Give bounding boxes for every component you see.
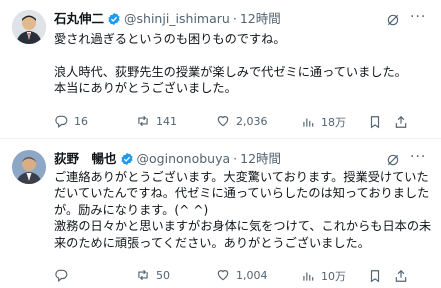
avatar-ishimaru[interactable] [12, 10, 46, 44]
more-icon[interactable]: ··· [410, 9, 426, 25]
retweet-icon [138, 115, 148, 127]
like-icon [217, 270, 229, 281]
retweet-count: 50 [156, 268, 170, 282]
reply-count: 16 [74, 114, 88, 128]
verified-badge-icon [108, 12, 120, 26]
like-icon [217, 116, 229, 127]
separator-dot: · [232, 11, 237, 26]
separator-dot: · [233, 151, 238, 166]
share-button[interactable] [394, 268, 408, 287]
tweet-text: ご連絡ありがとうございます。大変驚いております。授業受けていただいていたんですね… [54, 170, 432, 250]
action-bar: 16 141 2,036 18万 [54, 114, 434, 130]
like-button[interactable]: 2,036 [216, 114, 268, 128]
views-icon [303, 118, 314, 127]
more-icon[interactable]: ··· [410, 149, 426, 165]
grok-icon[interactable] [386, 13, 400, 27]
grok-icon[interactable] [386, 153, 400, 167]
tweet-text: 愛され過ぎるというのも困りものですね。 浪人時代、荻野先生の授業が楽しみで代ゼミ… [54, 32, 407, 96]
reply-icon [55, 269, 68, 282]
display-name[interactable]: 石丸伸二 [54, 11, 104, 27]
verified-badge-icon [120, 152, 133, 166]
bookmark-icon [370, 270, 380, 283]
timestamp[interactable]: 12時間 [240, 151, 281, 167]
retweet-count: 141 [156, 114, 177, 128]
timestamp[interactable]: 12時間 [240, 11, 281, 27]
views-count: 18万 [321, 116, 346, 129]
tweet-header: 荻野 暢也 @oginonobuya · 12時間 [54, 151, 281, 167]
reply-icon [55, 115, 68, 128]
bookmark-button[interactable] [368, 268, 382, 287]
share-button[interactable] [394, 114, 408, 133]
action-bar: 50 1,004 10万 [54, 268, 434, 284]
reply-button[interactable] [54, 268, 74, 282]
share-icon [395, 269, 407, 282]
retweet-icon [138, 269, 148, 281]
views-icon [303, 272, 314, 281]
bookmark-icon [370, 116, 380, 129]
views-button[interactable]: 10万 [301, 268, 346, 284]
tweet-divider [0, 138, 441, 139]
like-count: 2,036 [236, 114, 268, 128]
avatar-ogino[interactable] [12, 150, 46, 184]
reply-button[interactable]: 16 [54, 114, 88, 128]
like-button[interactable]: 1,004 [216, 268, 268, 282]
user-handle[interactable]: @oginonobuya [137, 151, 231, 167]
tweet-header: 石丸伸二 @shinji_ishimaru · 12時間 [54, 11, 281, 27]
user-handle[interactable]: @shinji_ishimaru [124, 11, 230, 27]
views-count: 10万 [321, 270, 346, 283]
display-name[interactable]: 荻野 暢也 [54, 151, 117, 167]
share-icon [395, 115, 407, 128]
retweet-button[interactable]: 50 [136, 268, 170, 282]
retweet-button[interactable]: 141 [136, 114, 177, 128]
like-count: 1,004 [236, 268, 268, 282]
views-button[interactable]: 18万 [301, 114, 346, 130]
bookmark-button[interactable] [368, 114, 382, 133]
